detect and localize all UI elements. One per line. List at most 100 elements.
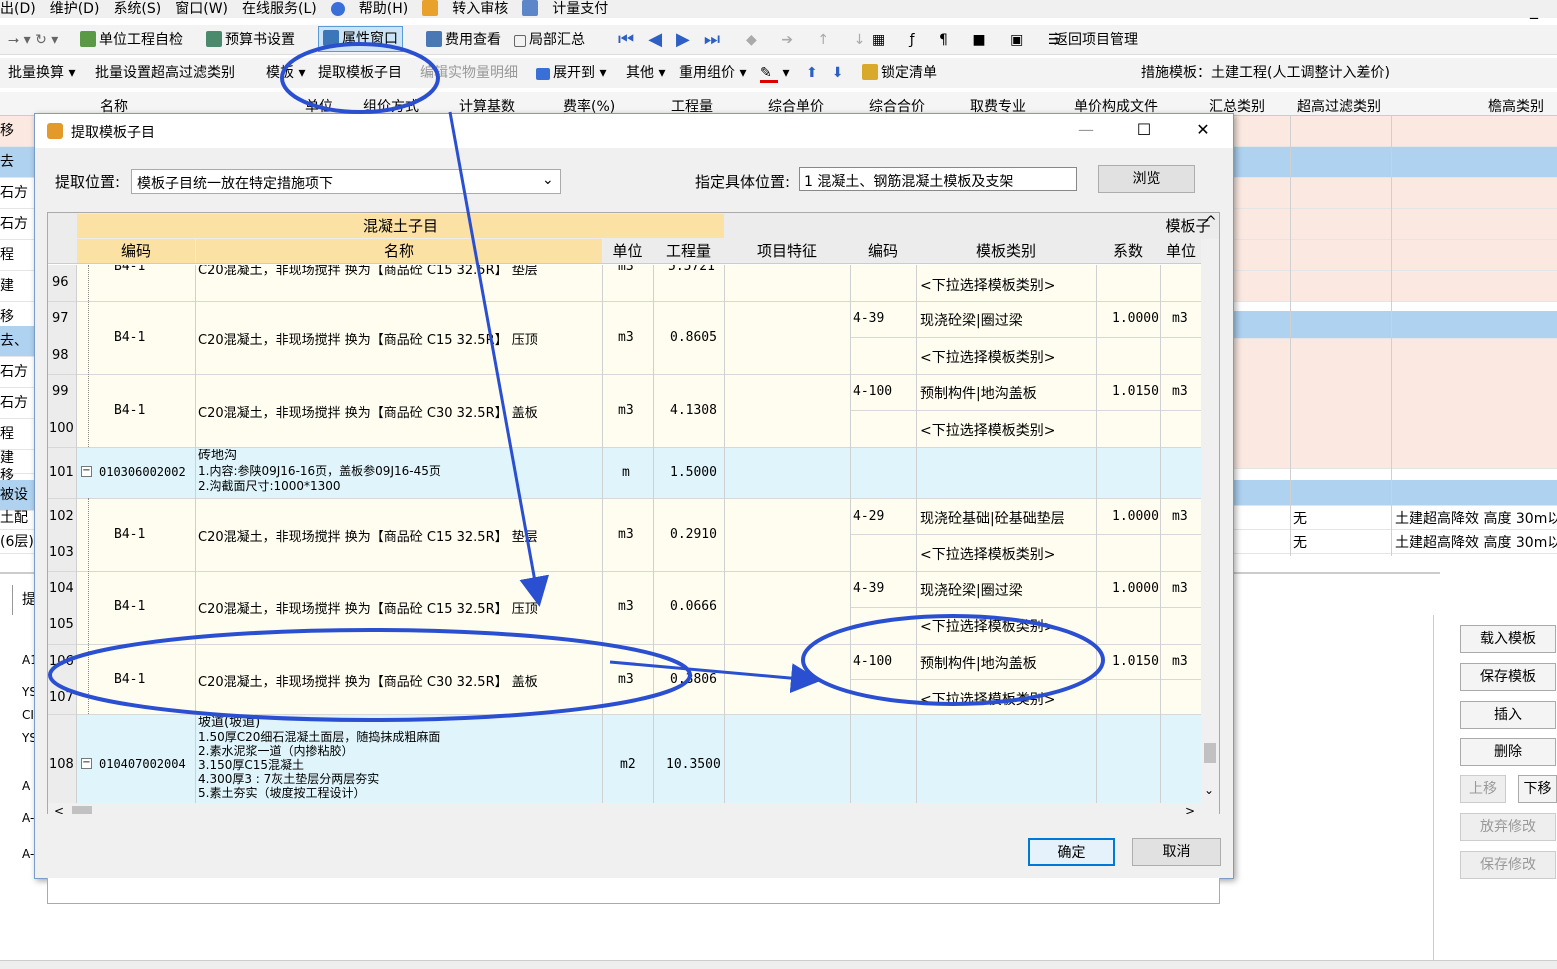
item-name-line[interactable]: 坡道(坡道) [198,716,260,730]
fee-view-button[interactable]: 费用查看 [426,30,501,50]
item-name[interactable]: C20混凝土，非现场搅拌 换为【商品砼 C15 32.5R】 压顶 [198,329,598,348]
batch-set-filter-button[interactable]: 批量设置超高过滤类别 [95,63,235,83]
template-category[interactable]: 预制构件|地沟盖板 [920,383,1037,403]
template-coefficient[interactable]: 1.0000 [1112,509,1159,524]
move-up-button[interactable]: 上移 [1460,775,1506,803]
item-name-line[interactable]: 1.50厚C20细石混凝土面层，随捣抹成粗麻面 [198,730,440,744]
item-name-line[interactable]: 砖地沟 [198,449,237,463]
template-category-dropdown[interactable]: <下拉选择模板类别> [920,275,1055,295]
bg-cell[interactable]: (6层) [0,530,36,554]
item-name-line[interactable]: 3.150厚C15混凝土 [198,758,304,772]
item-name-line[interactable]: 5.素土夯实（坡度按工程设计） [198,786,365,800]
discard-changes-button[interactable]: 放弃修改 [1460,813,1556,841]
item-name-line[interactable]: 4.300厚3 : 7灰土垫层分两层夯实 [198,772,379,786]
lock-list-button[interactable]: 锁定清单 [862,63,937,83]
collapse-icon[interactable]: − [81,758,92,769]
item-name[interactable]: C20混凝土，非现场搅拌 换为【商品砼 C30 32.5R】 盖板 [198,402,598,421]
tool-icons[interactable]: ▦ ƒ ¶ ■ ▣ ☰ [872,30,1070,50]
template-coefficient[interactable]: 1.0150 [1112,654,1159,669]
menu-item[interactable]: 计量支付 [552,2,608,16]
reuse-pricing-button[interactable]: 重用组价 ▾ [679,63,746,83]
item-code[interactable]: 010407002004 [99,757,186,771]
template-category[interactable]: 预制构件|地沟盖板 [920,653,1037,673]
scroll-down-icon[interactable]: ⌄ [1204,783,1214,797]
property-window-button[interactable]: 属性窗口 [318,26,403,52]
item-code[interactable]: B4-1 [114,403,145,418]
item-code[interactable]: B4-1 [114,599,145,614]
menu-item[interactable]: 系统(S) [113,2,161,16]
menu-item[interactable]: 出(D) [0,2,36,16]
template-category-dropdown[interactable]: <下拉选择模板类别> [920,616,1055,636]
maximize-icon[interactable]: ☐ [1129,120,1159,139]
template-button[interactable]: 模板 ▾ [266,63,305,83]
item-name[interactable]: C20混凝土，非现场搅拌 换为【商品砼 C15 32.5R】 垫层 [198,265,598,278]
template-coefficient[interactable]: 1.0000 [1112,581,1159,596]
position-select[interactable]: 模板子目统一放在特定措施项下 ⌄ [131,169,561,194]
bg-cell[interactable]: 土配 [0,506,36,530]
scroll-up-icon[interactable]: ^ [1205,214,1217,230]
minimize-icon[interactable]: _ [1530,0,1538,19]
browse-button[interactable]: 浏览 [1098,165,1195,193]
load-template-button[interactable]: 载入模板 [1460,625,1556,653]
move-down-button[interactable]: 下移 [1518,775,1557,803]
item-name[interactable]: C20混凝土，非现场搅拌 换为【商品砼 C30 32.5R】 盖板 [198,671,598,690]
bg-cell[interactable]: 建 [0,271,36,302]
nav-arrows-icon[interactable]: ⏮◀▶⏭ [618,30,734,50]
item-code[interactable]: B4-1 [114,672,145,687]
close-icon[interactable]: ✕ [1188,120,1218,139]
undo-icon[interactable]: ⭢ ▾ ↻ ▾ [8,30,58,50]
extract-template-button[interactable]: 提取模板子目 [318,63,402,83]
menu-item[interactable]: 在线服务(L) [242,2,317,16]
other-button[interactable]: 其他 ▾ [626,63,665,83]
save-template-button[interactable]: 保存模板 [1460,663,1556,691]
template-category[interactable]: 现浇砼梁|圈过梁 [920,580,1023,600]
scroll-thumb[interactable] [1204,743,1216,763]
dialog-titlebar[interactable]: 提取模板子目 — ☐ ✕ [35,114,1233,148]
vertical-scrollbar[interactable]: ⌄ [1201,239,1219,803]
ok-button[interactable]: 确定 [1028,838,1115,866]
bg-cell[interactable]: 去 [0,147,36,178]
up-down-arrows-icon[interactable]: ⬆⬇ [806,63,857,83]
menu-item[interactable]: 维护(D) [50,2,100,16]
menu-item[interactable]: 帮助(H) [359,2,408,16]
item-code[interactable]: 010306002002 [99,465,186,479]
move-arrows-icon[interactable]: ◆ ➔ ↑ ↓ [746,30,875,50]
item-code[interactable]: B4-1 [114,265,145,274]
item-name[interactable]: C20混凝土，非现场搅拌 换为【商品砼 C15 32.5R】 压顶 [198,598,598,617]
collapse-icon[interactable]: − [81,466,92,477]
menu-item[interactable]: 窗口(W) [175,2,228,16]
item-name-line[interactable]: 2.素水泥浆一道（内掺粘胶） [198,744,353,758]
unit-check-button[interactable]: 单位工程自检 [80,30,183,50]
bg-cell[interactable]: 程 [0,240,36,271]
template-coefficient[interactable]: 1.0150 [1112,384,1159,399]
partial-summary-button[interactable]: 局部汇总 [514,30,585,50]
template-category-dropdown[interactable]: <下拉选择模板类别> [920,689,1055,709]
bg-cell[interactable]: 石方 [0,178,36,209]
item-name-line[interactable]: 2.沟截面尺寸:1000*1300 [198,479,341,493]
menu-item[interactable]: 转入审核 [452,2,508,16]
return-project-button[interactable]: 返回项目管理 [1054,30,1138,50]
bg-cell[interactable]: 石方 [0,388,36,419]
save-changes-button[interactable]: 保存修改 [1460,851,1556,879]
expand-to-button[interactable]: 展开到 ▾ [536,63,606,83]
paint-icon[interactable]: ✎ ▾ [760,63,789,83]
item-name-line[interactable]: 1.内容:参陕09J16-16页，盖板参09J16-45页 [198,464,441,478]
template-category-dropdown[interactable]: <下拉选择模板类别> [920,544,1055,564]
bg-cell[interactable]: 移 [0,116,36,147]
template-category-dropdown[interactable]: <下拉选择模板类别> [920,347,1055,367]
bg-cell[interactable]: 石方 [0,357,36,388]
budget-settings-button[interactable]: 预算书设置 [206,30,295,50]
bg-cell[interactable]: 去、定 [0,326,36,357]
template-category[interactable]: 现浇砼基础|砼基础垫层 [920,508,1065,528]
cancel-button[interactable]: 取消 [1132,838,1221,866]
edit-quantity-detail-button[interactable]: 编辑实物量明细 [420,63,518,83]
item-code[interactable]: B4-1 [114,527,145,542]
item-name[interactable]: C20混凝土，非现场搅拌 换为【商品砼 C15 32.5R】 垫层 [198,526,598,545]
template-category-dropdown[interactable]: <下拉选择模板类别> [920,420,1055,440]
bg-cell[interactable]: 石方 [0,209,36,240]
specific-position-input[interactable]: 1 混凝土、钢筋混凝土模板及支架 [799,167,1077,191]
item-code[interactable]: B4-1 [114,330,145,345]
insert-button[interactable]: 插入 [1460,701,1556,729]
batch-convert-button[interactable]: 批量换算 ▾ [8,63,75,83]
template-coefficient[interactable]: 1.0000 [1112,311,1159,326]
